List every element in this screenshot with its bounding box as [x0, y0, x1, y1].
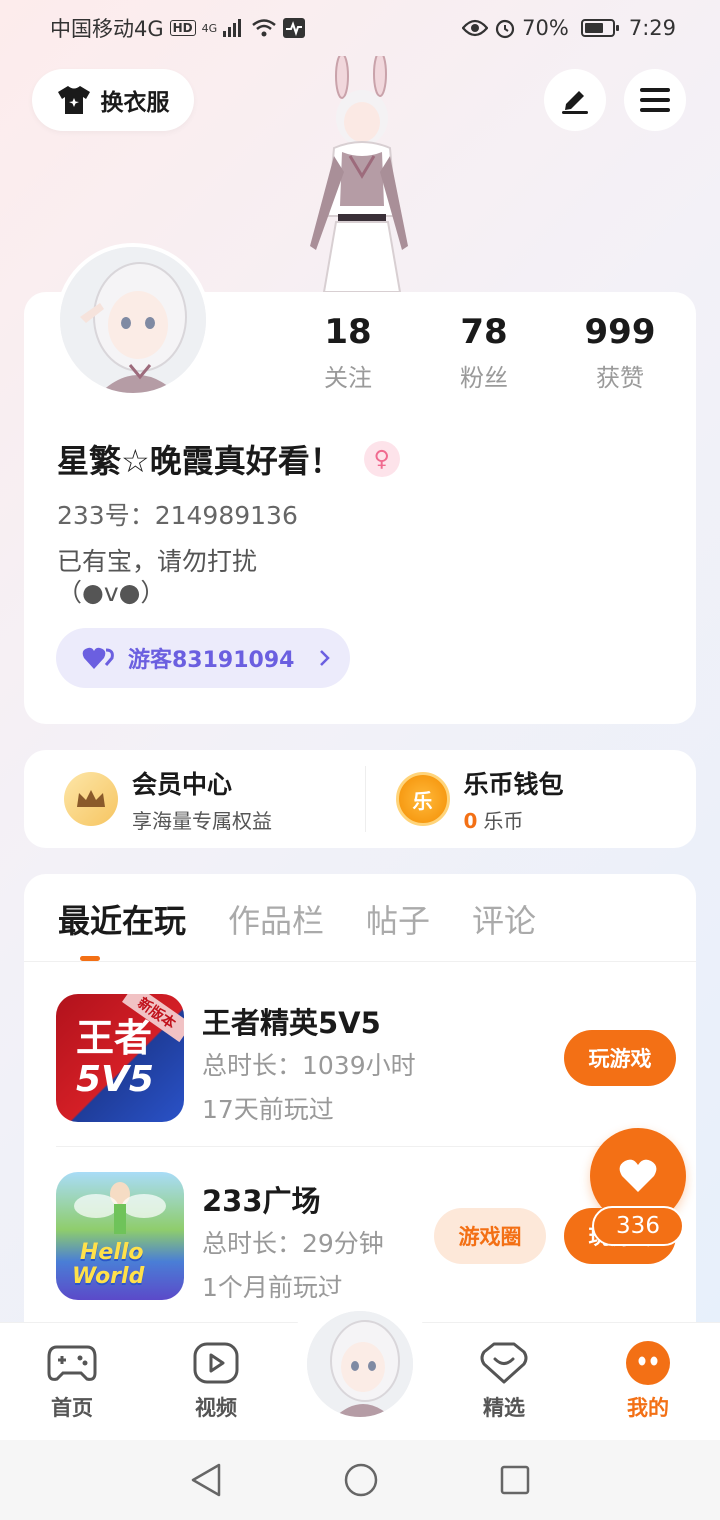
- game-icon-233-square: Hello World: [56, 1172, 184, 1300]
- guest-label: 游客83191094: [128, 648, 295, 673]
- likes-count: 999: [584, 312, 656, 352]
- bio: 已有宝，请勿打扰 （●v●）: [57, 546, 377, 608]
- bio-line-1: 已有宝，请勿打扰: [57, 547, 258, 576]
- status-bar: 中国移动4G HD 4G 70% 7:29: [0, 0, 720, 56]
- nav-mine[interactable]: 我的: [598, 1340, 698, 1422]
- like-count: 336: [592, 1206, 684, 1246]
- game-icon-text-2: World: [72, 1264, 145, 1289]
- fairy-figure-icon: [74, 1182, 166, 1234]
- tabs-divider: [24, 961, 696, 962]
- system-nav-bar: [0, 1440, 720, 1520]
- signal-icon: 4G: [201, 21, 218, 35]
- hd-badge: HD: [169, 20, 196, 36]
- guest-account-button[interactable]: 游客83191094: [56, 628, 350, 688]
- fans-label: 粉丝: [460, 364, 508, 392]
- activity-icon: [283, 18, 306, 38]
- game-last-played: 17天前玩过: [202, 1095, 334, 1124]
- menu-button[interactable]: [624, 69, 686, 131]
- member-center-title: 会员中心: [132, 769, 233, 799]
- game-name: 233广场: [202, 1184, 321, 1218]
- heart-icon: [619, 1159, 657, 1192]
- face-icon: [598, 1340, 698, 1386]
- nav-featured-label: 精选: [483, 1396, 525, 1420]
- crown-icon: [64, 772, 118, 826]
- nav-home[interactable]: 首页: [22, 1340, 122, 1422]
- battery-fill: [584, 23, 604, 33]
- eye-icon: [462, 19, 489, 37]
- female-icon: ♀: [363, 441, 400, 477]
- fans-count: 78: [460, 312, 508, 352]
- game-name: 王者精英5V5: [202, 1006, 381, 1040]
- member-center[interactable]: 会员中心 享海量专属权益: [24, 750, 365, 848]
- home-icon[interactable]: [343, 1462, 379, 1498]
- status-left: 中国移动4G HD 4G: [50, 13, 306, 43]
- coin-icon: 乐: [395, 772, 450, 826]
- stat-following[interactable]: 18 关注: [288, 312, 408, 393]
- nav-featured[interactable]: 精选: [454, 1340, 554, 1422]
- nickname-row: 星繁☆晚霞真好看！ ♀: [57, 436, 400, 482]
- wallet-balance: 0 乐币: [464, 805, 564, 834]
- coin-char: 乐: [412, 788, 433, 813]
- pencil-icon: [562, 91, 588, 114]
- game-icon-text-2: 5V5: [76, 1059, 154, 1100]
- change-outfit-label: 换衣服: [100, 90, 170, 116]
- game-total-time: 总时长：1039小时: [202, 1051, 416, 1080]
- bio-line-2: （●v●）: [57, 578, 166, 607]
- game-row-divider: [56, 1146, 664, 1147]
- tab-works[interactable]: 作品栏: [228, 896, 324, 942]
- stat-fans[interactable]: 78 粉丝: [424, 312, 544, 393]
- wallet-title: 乐币钱包: [463, 769, 564, 799]
- recents-icon[interactable]: [499, 1464, 531, 1496]
- back-icon[interactable]: [189, 1462, 223, 1498]
- chevron-right-icon: [320, 650, 331, 666]
- member-center-subtitle: 享海量专属权益: [132, 808, 272, 833]
- battery-icon: [580, 19, 619, 37]
- clock: 7:29: [628, 16, 676, 40]
- user-id: 233号：214989136: [57, 501, 298, 530]
- game-icon-text: Hello: [80, 1240, 144, 1265]
- nav-home-label: 首页: [51, 1396, 93, 1420]
- vip-card: 会员中心 享海量专属权益 乐 乐币钱包 0 乐币: [24, 750, 696, 848]
- tshirt-icon: [57, 86, 90, 114]
- game-icon-wangzhe: 新版本 王者 5V5: [56, 994, 184, 1122]
- wifi-icon: [252, 19, 276, 37]
- edit-profile-button[interactable]: [544, 69, 606, 131]
- nickname: 星繁☆晚霞真好看！: [57, 442, 342, 480]
- tab-posts[interactable]: 帖子: [366, 896, 430, 942]
- play-game-button[interactable]: 玩游戏: [564, 1030, 676, 1086]
- heart-icon: [82, 647, 114, 669]
- wallet[interactable]: 乐 乐币钱包 0 乐币: [366, 750, 697, 848]
- alarm-icon: [496, 19, 515, 39]
- play-icon: [166, 1340, 266, 1386]
- tab-comments[interactable]: 评论: [472, 896, 536, 942]
- profile-avatar[interactable]: [56, 243, 210, 397]
- signal-bars-icon: [223, 19, 242, 37]
- wallet-unit: 乐币: [483, 808, 524, 833]
- stat-likes[interactable]: 999 获赞: [560, 312, 680, 393]
- wallet-amount: 0: [463, 808, 478, 833]
- nav-center-avatar[interactable]: [304, 1308, 416, 1420]
- avatar-3d-figure[interactable]: [280, 51, 440, 293]
- likes-label: 获赞: [596, 364, 644, 392]
- carrier-label: 中国移动4G: [50, 17, 164, 41]
- game-total-time: 总时长：29分钟: [202, 1229, 384, 1258]
- nav-video-label: 视频: [195, 1396, 237, 1420]
- following-label: 关注: [324, 364, 372, 392]
- status-right: 70% 7:29: [462, 16, 676, 40]
- heart-chat-icon: [454, 1340, 554, 1386]
- profile-tabs: 最近在玩 作品栏 帖子 评论: [58, 896, 536, 942]
- nav-mine-label: 我的: [627, 1396, 669, 1420]
- change-outfit-button[interactable]: 换衣服: [32, 69, 194, 131]
- menu-icon: [640, 88, 670, 112]
- game-row[interactable]: 新版本 王者 5V5 王者精英5V5 总时长：1039小时 17天前玩过 玩游戏: [56, 994, 676, 1126]
- game-row[interactable]: Hello World 233广场 总时长：29分钟 1个月前玩过 游戏圈 玩游…: [56, 1172, 676, 1304]
- game-icon-text: 王者: [76, 1016, 153, 1060]
- battery-percent: 70%: [522, 16, 569, 40]
- nav-video[interactable]: 视频: [166, 1340, 266, 1422]
- following-count: 18: [324, 312, 372, 352]
- game-circle-button[interactable]: 游戏圈: [434, 1208, 546, 1264]
- gamepad-icon: [22, 1340, 122, 1386]
- tab-recent-play[interactable]: 最近在玩: [58, 896, 186, 942]
